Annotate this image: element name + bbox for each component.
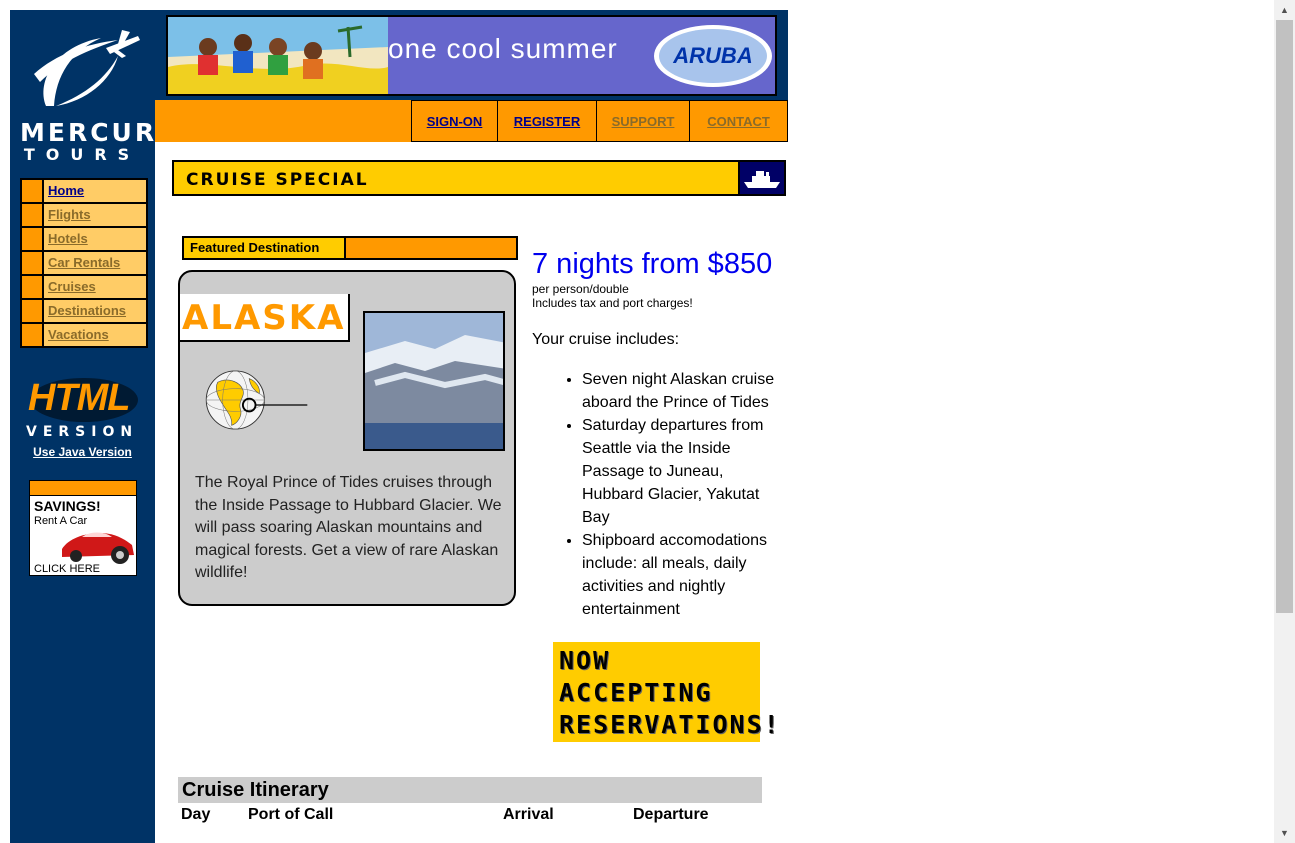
column-header-arrival: Arrival (503, 806, 554, 823)
nav-register[interactable]: REGISTER (497, 100, 597, 142)
top-nav: SIGN-ON REGISTER SUPPORT CONTACT (155, 100, 788, 142)
destination-name-box: ALASKA (180, 294, 350, 342)
banner: one cool summer ARUBA (155, 10, 788, 100)
sidebar-link-destinations[interactable]: Destinations (44, 300, 126, 322)
sidebar-link-cruises[interactable]: Cruises (44, 276, 96, 298)
offer-note-tax: Includes tax and port charges! (532, 296, 693, 310)
version-badge-line2: VERSION (26, 424, 139, 440)
menu-swatch (22, 276, 44, 298)
sidebar-link-hotels[interactable]: Hotels (44, 228, 88, 250)
ad-title: SAVINGS! (34, 498, 101, 514)
offer-price: 7 nights from $850 (532, 248, 773, 280)
nav-contact[interactable]: CONTACT (689, 100, 788, 142)
reservations-banner: NOW ACCEPTING RESERVATIONS! (553, 642, 779, 742)
scroll-up-arrow-icon[interactable]: ▲ (1274, 0, 1295, 20)
sidebar-item-destinations[interactable]: Destinations (22, 300, 146, 322)
beach-photo (168, 17, 388, 94)
list-item: Shipboard accomodations include: all mea… (582, 529, 788, 621)
sidebar-link-flights[interactable]: Flights (44, 204, 91, 226)
page: MERCURY TOURS Home Flights Hotels Car Re… (10, 10, 788, 843)
itinerary-title: Cruise Itinerary (178, 777, 762, 803)
destination-description: The Royal Prince of Tides cruises throug… (195, 474, 502, 582)
menu-swatch (22, 252, 44, 274)
sidebar-item-flights[interactable]: Flights (22, 204, 146, 226)
reservations-line3: RESERVATIONS! (559, 710, 781, 739)
sidebar-item-hotels[interactable]: Hotels (22, 228, 146, 250)
scrollbar[interactable]: ▲ ▼ (1274, 0, 1295, 843)
destination-name: ALASKA (182, 298, 346, 338)
sidebar-item-vacations[interactable]: Vacations (22, 324, 146, 346)
html-version-badge: HTML VERSION (24, 374, 140, 444)
column-header-day: Day (181, 806, 211, 823)
menu-swatch (22, 300, 44, 322)
sidebar-link-home[interactable]: Home (44, 180, 84, 202)
version-badge-line1: HTML (28, 377, 131, 419)
scroll-down-arrow-icon[interactable]: ▼ (1274, 823, 1295, 843)
sidebar-item-home[interactable]: Home (22, 180, 146, 202)
ad-cta: CLICK HERE (34, 563, 101, 575)
sidebar-link-vacations[interactable]: Vacations (44, 324, 109, 346)
list-item: Seven night Alaskan cruise aboard the Pr… (582, 368, 788, 414)
itinerary-header-row: Day Port of Call Arrival Departure (178, 803, 762, 827)
globe-icon (205, 370, 308, 430)
sidebar-item-cruises[interactable]: Cruises (22, 276, 146, 298)
menu-swatch (22, 228, 44, 250)
featured-tab: Featured Destination (182, 236, 518, 260)
savings-ad[interactable]: SAVINGS! Rent A Car CLICK HERE (29, 480, 137, 576)
includes-label: Your cruise includes: (532, 331, 680, 348)
plane-icon (34, 30, 140, 106)
logo-line1: MERCURY (20, 118, 177, 147)
mercury-tours-logo[interactable]: MERCURY TOURS (20, 24, 174, 163)
sidebar: MERCURY TOURS Home Flights Hotels Car Re… (10, 10, 174, 843)
column-header-port: Port of Call (248, 806, 334, 823)
section-title: CRUISE SPECIAL (186, 170, 369, 190)
menu-swatch (22, 324, 44, 346)
featured-destination: Featured Destination ALASKA The Royal Pr… (177, 236, 519, 612)
section-header: CRUISE SPECIAL (172, 160, 786, 196)
featured-card: ALASKA The Royal Prince of Tides cruises… (178, 270, 516, 606)
reservations-line2: ACCEPTING (559, 678, 713, 707)
sidebar-link-car-rentals[interactable]: Car Rentals (44, 252, 120, 274)
scrollbar-thumb[interactable] (1276, 20, 1293, 613)
java-version-link[interactable]: Use Java Version (10, 445, 155, 459)
sidebar-menu: Home Flights Hotels Car Rentals Cruises … (20, 178, 148, 348)
menu-swatch (22, 204, 44, 226)
main-content: CRUISE SPECIAL Featured Destination ALAS… (155, 142, 788, 843)
ship-icon (738, 162, 784, 194)
aruba-badge: ARUBA (659, 29, 767, 83)
list-item: Saturday departures from Seattle via the… (582, 414, 788, 529)
featured-tab-label: Featured Destination (184, 238, 346, 258)
logo-line2: TOURS (23, 145, 141, 164)
glacier-photo (363, 311, 505, 451)
ad-top-bar (30, 481, 136, 496)
aruba-logo: ARUBA (654, 25, 772, 87)
menu-swatch (22, 180, 44, 202)
banner-text: one cool summer (388, 33, 618, 64)
nav-sign-on[interactable]: SIGN-ON (411, 100, 498, 142)
car-icon (62, 532, 134, 564)
offer-note-per-person: per person/double (532, 282, 629, 296)
nav-support[interactable]: SUPPORT (596, 100, 690, 142)
column-header-departure: Departure (633, 806, 709, 823)
banner-ad[interactable]: one cool summer ARUBA (166, 15, 777, 96)
cruise-itinerary: Cruise Itinerary Day Port of Call Arriva… (178, 777, 762, 827)
sidebar-item-car-rentals[interactable]: Car Rentals (22, 252, 146, 274)
reservations-line1: NOW (559, 646, 611, 675)
logo-text: MERCURY TOURS (20, 118, 177, 164)
includes-list: Seven night Alaskan cruise aboard the Pr… (532, 368, 788, 621)
